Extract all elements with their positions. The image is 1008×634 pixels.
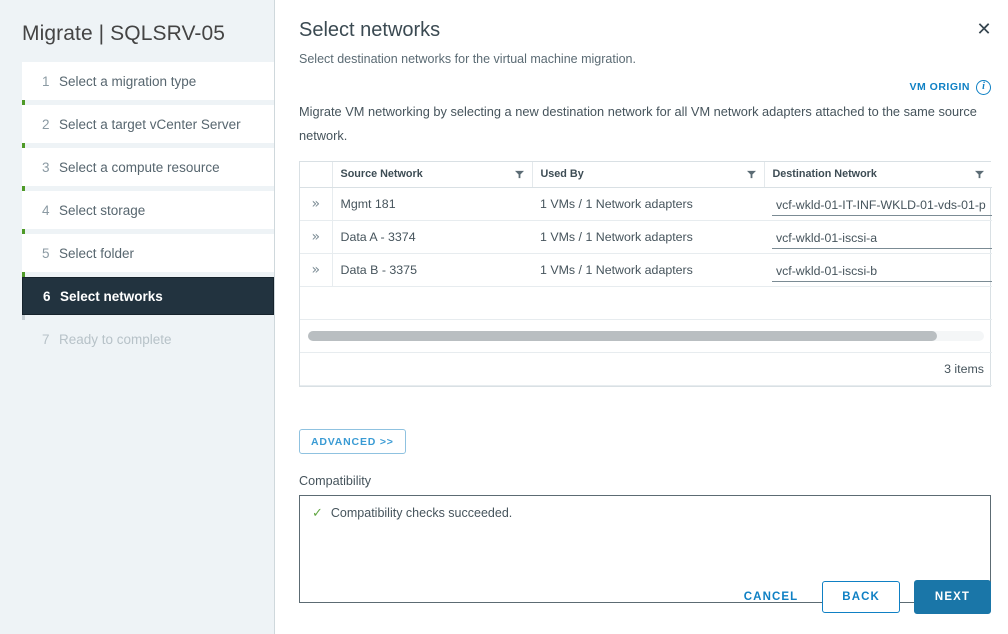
destination-network-field[interactable]: vcf-wkld-01-iscsi-b bbox=[772, 258, 992, 282]
col-expand bbox=[300, 162, 332, 187]
table-footer-row: 3 items bbox=[300, 352, 992, 385]
destination-network-field[interactable]: vcf-wkld-01-iscsi-a bbox=[772, 225, 992, 249]
step-label: Select a target vCenter Server bbox=[59, 117, 241, 132]
vm-origin-label[interactable]: VM ORIGIN bbox=[909, 81, 970, 93]
sidebar-step-6-active[interactable]: 6 Select networks bbox=[22, 277, 274, 315]
horizontal-scrollbar[interactable] bbox=[300, 319, 992, 352]
table-filler-row bbox=[300, 286, 992, 319]
sidebar-step-1[interactable]: 1 Select a migration type bbox=[22, 62, 274, 100]
col-destination-network: Destination Network bbox=[764, 162, 992, 187]
expand-cell[interactable]: » bbox=[300, 220, 332, 253]
info-icon[interactable]: i bbox=[976, 80, 991, 95]
wizard-sidebar: Migrate | SQLSRV-05 1 Select a migration… bbox=[0, 0, 275, 634]
scrollbar-track[interactable] bbox=[308, 331, 984, 341]
compatibility-message: Compatibility checks succeeded. bbox=[331, 506, 512, 520]
col-destination-network-label: Destination Network bbox=[773, 168, 877, 180]
back-button[interactable]: BACK bbox=[822, 581, 900, 613]
step-number: 6 bbox=[43, 289, 60, 304]
cell-destination-network[interactable]: vcf-wkld-01-iscsi-a bbox=[764, 220, 992, 253]
cancel-button[interactable]: CANCEL bbox=[734, 582, 809, 612]
cell-used-by: 1 VMs / 1 Network adapters bbox=[532, 187, 764, 220]
step-number: 4 bbox=[42, 203, 59, 218]
check-icon: ✓ bbox=[312, 506, 323, 521]
item-count: 3 items bbox=[300, 352, 992, 385]
sidebar-step-7: 7 Ready to complete bbox=[22, 320, 274, 358]
next-button[interactable]: NEXT bbox=[914, 580, 991, 614]
step-number: 7 bbox=[42, 332, 59, 347]
table-scrollbar-row bbox=[300, 319, 992, 352]
expand-chevron-icon[interactable]: » bbox=[311, 262, 320, 278]
col-used-by-label: Used By bbox=[541, 168, 584, 180]
sidebar-step-3[interactable]: 3 Select a compute resource bbox=[22, 148, 274, 186]
table-row[interactable]: » Data A - 3374 1 VMs / 1 Network adapte… bbox=[300, 220, 992, 253]
expand-cell[interactable]: » bbox=[300, 253, 332, 286]
page-title: Select networks bbox=[299, 0, 991, 43]
expand-chevron-icon[interactable]: » bbox=[311, 229, 320, 245]
wizard-steps: 1 Select a migration type 2 Select a tar… bbox=[0, 62, 274, 358]
sidebar-step-2[interactable]: 2 Select a target vCenter Server bbox=[22, 105, 274, 143]
expand-cell[interactable]: » bbox=[300, 187, 332, 220]
step-label: Ready to complete bbox=[59, 332, 172, 347]
wizard-title: Migrate | SQLSRV-05 bbox=[0, 0, 274, 48]
cell-source-network: Data B - 3375 bbox=[332, 253, 532, 286]
filter-icon[interactable] bbox=[747, 170, 756, 179]
cell-destination-network[interactable]: vcf-wkld-01-IT-INF-WKLD-01-vds-01-p bbox=[764, 187, 992, 220]
step-number: 5 bbox=[42, 246, 59, 261]
sidebar-step-5[interactable]: 5 Select folder bbox=[22, 234, 274, 272]
migrate-wizard-dialog: Migrate | SQLSRV-05 1 Select a migration… bbox=[0, 0, 1008, 634]
scrollbar-thumb[interactable] bbox=[308, 331, 937, 341]
cell-used-by: 1 VMs / 1 Network adapters bbox=[532, 253, 764, 286]
close-icon[interactable]: ✕ bbox=[973, 19, 995, 41]
step-label: Select a migration type bbox=[59, 74, 196, 89]
table-header-row: Source Network Used By bbox=[300, 162, 992, 187]
sidebar-step-4[interactable]: 4 Select storage bbox=[22, 191, 274, 229]
page-subtitle: Select destination networks for the virt… bbox=[299, 52, 991, 66]
page-description: Migrate VM networking by selecting a new… bbox=[299, 100, 989, 148]
networks-table: Source Network Used By bbox=[299, 161, 991, 387]
compatibility-label: Compatibility bbox=[299, 474, 991, 488]
cell-destination-network[interactable]: vcf-wkld-01-iscsi-b bbox=[764, 253, 992, 286]
col-source-network: Source Network bbox=[332, 162, 532, 187]
table-row[interactable]: » Data B - 3375 1 VMs / 1 Network adapte… bbox=[300, 253, 992, 286]
step-label: Select storage bbox=[59, 203, 145, 218]
cell-used-by: 1 VMs / 1 Network adapters bbox=[532, 220, 764, 253]
filter-icon[interactable] bbox=[975, 170, 984, 179]
table-filler-cell bbox=[300, 286, 992, 319]
expand-chevron-icon[interactable]: » bbox=[311, 196, 320, 212]
step-number: 3 bbox=[42, 160, 59, 175]
filter-icon[interactable] bbox=[515, 170, 524, 179]
step-label: Select folder bbox=[59, 246, 134, 261]
destination-network-field[interactable]: vcf-wkld-01-IT-INF-WKLD-01-vds-01-p bbox=[772, 192, 992, 216]
compatibility-message-row: ✓ Compatibility checks succeeded. bbox=[312, 506, 978, 521]
table-row[interactable]: » Mgmt 181 1 VMs / 1 Network adapters vc… bbox=[300, 187, 992, 220]
col-source-network-label: Source Network bbox=[341, 168, 423, 180]
wizard-footer: CANCEL BACK NEXT bbox=[734, 580, 991, 614]
step-number: 2 bbox=[42, 117, 59, 132]
cell-source-network: Data A - 3374 bbox=[332, 220, 532, 253]
cell-source-network: Mgmt 181 bbox=[332, 187, 532, 220]
wizard-main-panel: ✕ Select networks Select destination net… bbox=[275, 0, 1008, 634]
advanced-button[interactable]: ADVANCED >> bbox=[299, 429, 406, 454]
vm-origin-row: VM ORIGIN i bbox=[299, 78, 991, 96]
step-number: 1 bbox=[42, 74, 59, 89]
step-label: Select a compute resource bbox=[59, 160, 220, 175]
step-label: Select networks bbox=[60, 289, 163, 304]
col-used-by: Used By bbox=[532, 162, 764, 187]
